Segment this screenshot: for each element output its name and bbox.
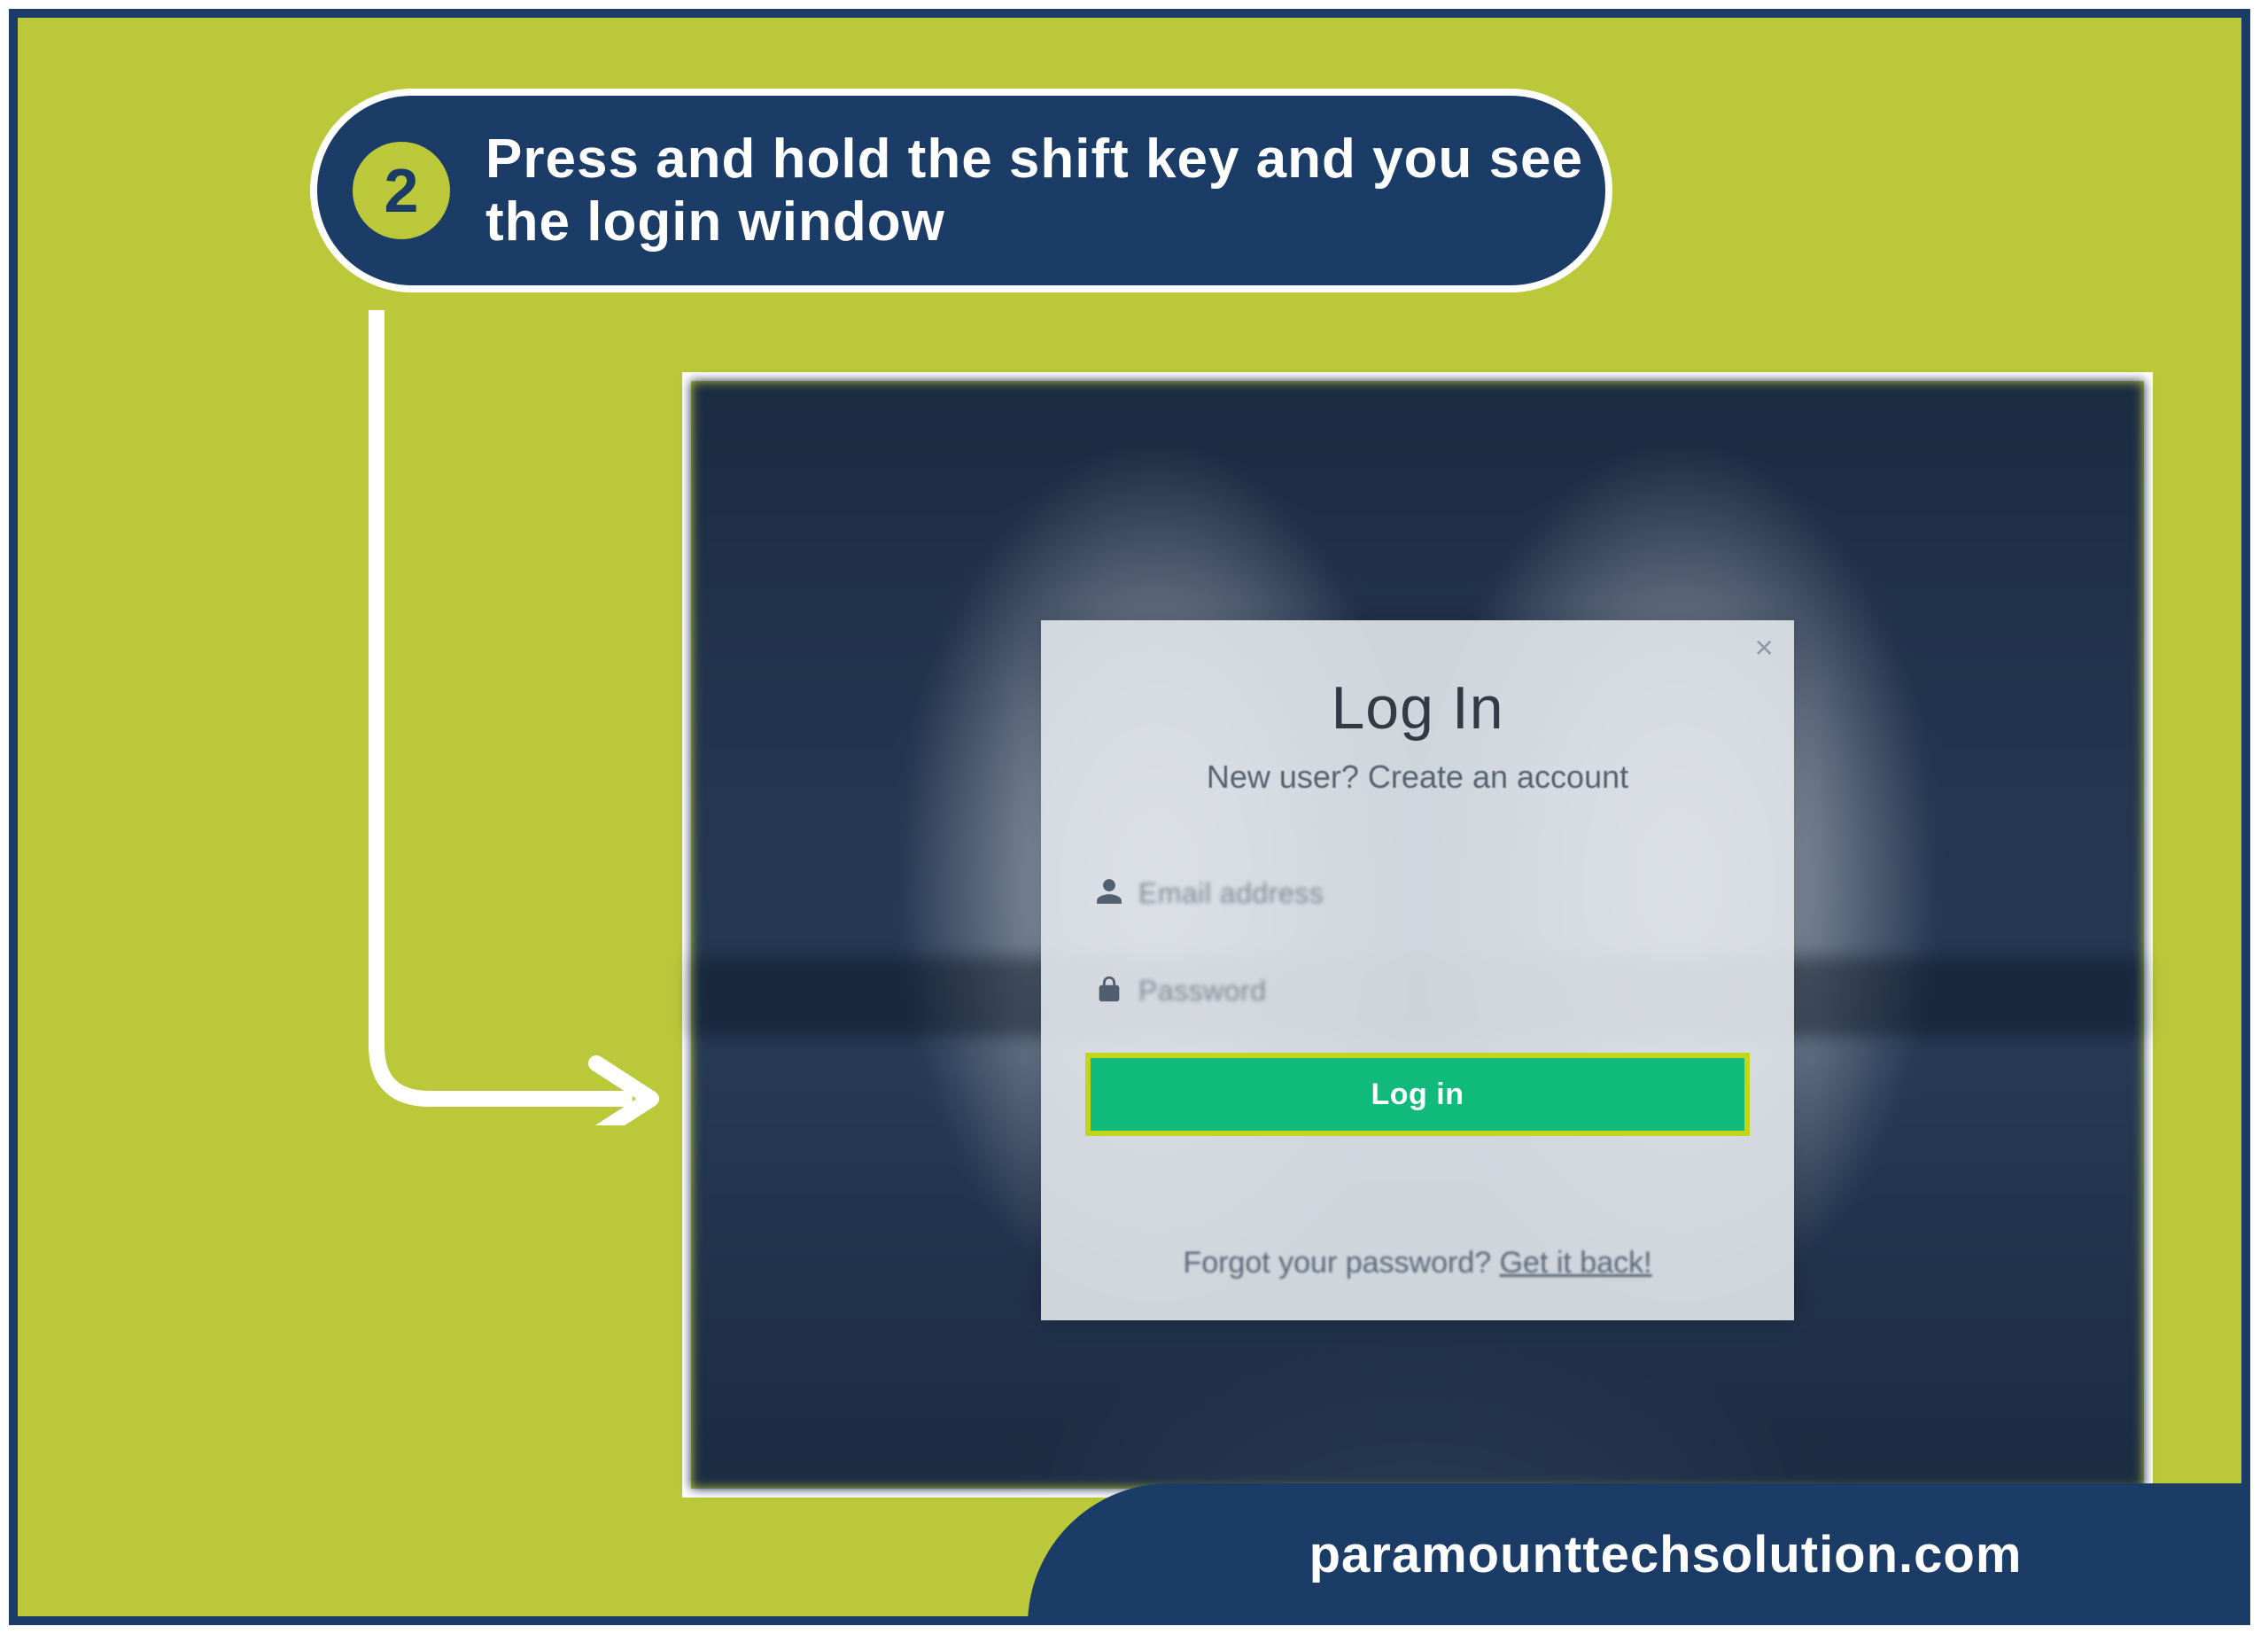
login-subtitle[interactable]: New user? Create an account [1041,759,1794,796]
step-number-badge: 2 [353,142,450,239]
forgot-password-row: Forgot your password? Get it back! [1041,1246,1794,1280]
email-field[interactable]: Email address [1094,858,1741,929]
step-bubble: 2 Press and hold the shift key and you s… [310,89,1612,292]
footer-site-text: paramounttechsolution.com [1309,1525,2023,1584]
screenshot-panel: ✕ Log In New user? Create an account Ema… [682,372,2153,1498]
step-number: 2 [384,155,419,226]
close-icon[interactable]: ✕ [1754,636,1775,661]
login-button-label: Log in [1371,1078,1464,1112]
user-icon [1094,876,1138,911]
login-modal: ✕ Log In New user? Create an account Ema… [1041,620,1794,1320]
connector-arrow-icon [359,310,669,1125]
step-instruction-text: Press and hold the shift key and you see… [485,128,1605,254]
lock-icon [1094,974,1138,1008]
footer-badge: paramounttechsolution.com [1028,1483,2250,1625]
email-placeholder: Email address [1138,877,1324,910]
forgot-password-link[interactable]: Get it back! [1500,1246,1652,1280]
login-button[interactable]: Log in [1091,1058,1744,1131]
login-title: Log In [1041,673,1794,743]
password-placeholder: Password [1138,975,1267,1008]
forgot-password-text: Forgot your password? [1183,1246,1499,1280]
instruction-card-frame: 2 Press and hold the shift key and you s… [9,9,2250,1625]
login-button-highlight: Log in [1085,1053,1750,1136]
password-field[interactable]: Password [1094,955,1741,1026]
